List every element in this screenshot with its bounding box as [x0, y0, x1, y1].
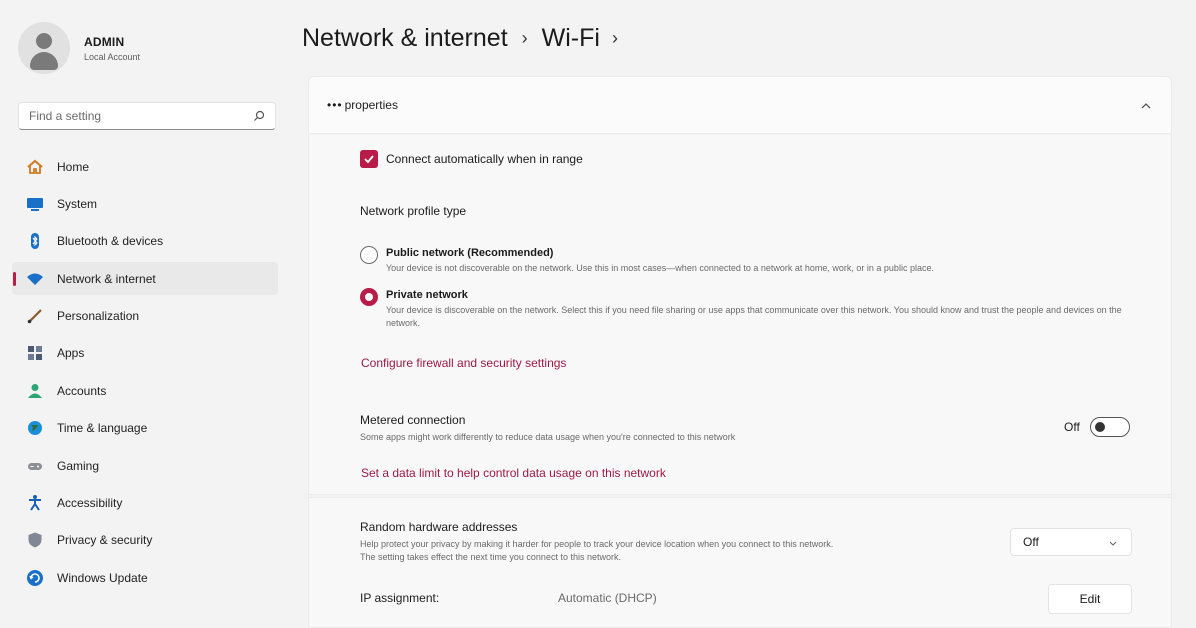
- sidebar-item-label: Bluetooth & devices: [57, 234, 164, 249]
- random-hardware-value: Off: [1023, 535, 1039, 549]
- breadcrumb: Network & internet › Wi-Fi ›: [302, 22, 618, 54]
- sidebar-item-label: Gaming: [57, 458, 100, 473]
- public-network-radio[interactable]: [360, 246, 378, 264]
- wifi-icon: [26, 270, 44, 288]
- sidebar-item-system[interactable]: System: [12, 187, 278, 220]
- metered-connection-title: Metered connection: [360, 413, 466, 427]
- sidebar-item-label: Home: [57, 159, 90, 174]
- sidebar-item-time-language[interactable]: Time & language: [12, 412, 278, 445]
- random-hardware-dropdown[interactable]: Off: [1010, 528, 1132, 556]
- avatar: [18, 22, 70, 74]
- shield-icon: [26, 531, 44, 549]
- account-type: Local Account: [84, 51, 141, 62]
- random-hardware-description-2: The setting takes effect the next time y…: [360, 552, 621, 562]
- sidebar-item-apps[interactable]: Apps: [12, 337, 278, 370]
- sidebar-item-accounts[interactable]: Accounts: [12, 374, 278, 407]
- private-network-title: Private network: [386, 289, 468, 301]
- system-icon: [26, 195, 44, 213]
- private-network-description: Your device is discoverable on the netwo…: [386, 305, 1122, 328]
- bluetooth-icon: [26, 232, 44, 250]
- data-limit-link[interactable]: Set a data limit to help control data us…: [361, 466, 666, 480]
- sidebar-item-label: Windows Update: [57, 570, 148, 585]
- checkmark-icon: [364, 155, 374, 164]
- ip-assignment-value: Automatic (DHCP): [558, 591, 657, 605]
- accounts-icon: [26, 382, 44, 400]
- ip-edit-button[interactable]: Edit: [1048, 584, 1132, 614]
- connect-automatically-row[interactable]: Connect automatically when in range: [360, 150, 583, 168]
- network-name-redacted: •••: [327, 98, 343, 112]
- connect-automatically-label: Connect automatically when in range: [386, 152, 583, 166]
- update-icon: [26, 569, 44, 587]
- random-hardware-title: Random hardware addresses: [360, 520, 518, 534]
- sidebar-item-label: Accessibility: [57, 496, 123, 511]
- properties-header[interactable]: ••• properties: [308, 76, 1172, 134]
- sidebar-item-bluetooth[interactable]: Bluetooth & devices: [12, 225, 278, 258]
- user-profile[interactable]: ADMIN Local Account: [18, 22, 140, 74]
- chevron-right-icon: ›: [521, 27, 528, 48]
- brush-icon: [26, 307, 44, 325]
- sidebar-item-label: Privacy & security: [57, 533, 153, 548]
- connect-automatically-checkbox[interactable]: [360, 150, 378, 168]
- accessibility-icon: [26, 494, 44, 512]
- search-icon[interactable]: [253, 110, 265, 122]
- sidebar-item-personalization[interactable]: Personalization: [12, 300, 278, 333]
- private-network-option[interactable]: Private network Your device is discovera…: [360, 288, 1146, 330]
- metered-toggle-label: Off: [1064, 420, 1080, 434]
- breadcrumb-current[interactable]: Wi-Fi: [542, 24, 600, 53]
- public-network-option[interactable]: Public network (Recommended) Your device…: [360, 246, 1126, 275]
- sidebar-item-label: System: [57, 196, 98, 211]
- sidebar-item-accessibility[interactable]: Accessibility: [12, 487, 278, 520]
- network-profile-type-label: Network profile type: [360, 204, 467, 218]
- chevron-down-icon: [1109, 541, 1117, 546]
- chevron-up-icon[interactable]: [1139, 99, 1153, 113]
- sidebar-item-label: Time & language: [57, 421, 148, 436]
- sidebar-item-label: Accounts: [57, 383, 107, 398]
- apps-icon: [26, 344, 44, 362]
- sidebar-item-home[interactable]: Home: [12, 150, 278, 183]
- public-network-description: Your device is not discoverable on the n…: [386, 263, 934, 273]
- metered-toggle[interactable]: [1089, 417, 1130, 437]
- home-icon: [26, 158, 44, 176]
- ip-assignment-label: IP assignment:: [360, 591, 440, 605]
- public-network-title: Public network (Recommended): [386, 247, 554, 259]
- sidebar: ADMIN Local Account Home System Bl: [0, 0, 290, 628]
- search-box[interactable]: [18, 102, 276, 130]
- sidebar-item-label: Personalization: [57, 309, 140, 324]
- chevron-right-icon: ›: [611, 27, 618, 48]
- sidebar-item-label: Network & internet: [57, 271, 156, 286]
- user-name: ADMIN: [84, 34, 125, 49]
- gamepad-icon: [26, 457, 44, 475]
- random-hardware-description-1: Help protect your privacy by making it h…: [360, 539, 834, 549]
- search-input[interactable]: [29, 109, 253, 123]
- sidebar-item-label: Apps: [57, 346, 85, 361]
- metered-connection: Metered connection Some apps might work …: [360, 413, 735, 444]
- metered-toggle-group[interactable]: Off: [1064, 417, 1130, 437]
- random-hardware-addresses: Random hardware addresses Help protect y…: [360, 520, 833, 564]
- globe-icon: [26, 419, 44, 437]
- sidebar-item-gaming[interactable]: Gaming: [12, 449, 278, 482]
- private-network-radio[interactable]: [360, 288, 378, 306]
- properties-title: properties: [344, 98, 398, 112]
- firewall-settings-link[interactable]: Configure firewall and security settings: [361, 356, 566, 370]
- sidebar-item-network[interactable]: Network & internet: [12, 262, 278, 296]
- sidebar-nav: Home System Bluetooth & devices Network …: [12, 150, 278, 599]
- sidebar-item-windows-update[interactable]: Windows Update: [12, 561, 278, 594]
- metered-connection-description: Some apps might work differently to redu…: [360, 432, 736, 442]
- sidebar-item-privacy[interactable]: Privacy & security: [12, 524, 278, 557]
- breadcrumb-parent[interactable]: Network & internet: [302, 24, 508, 53]
